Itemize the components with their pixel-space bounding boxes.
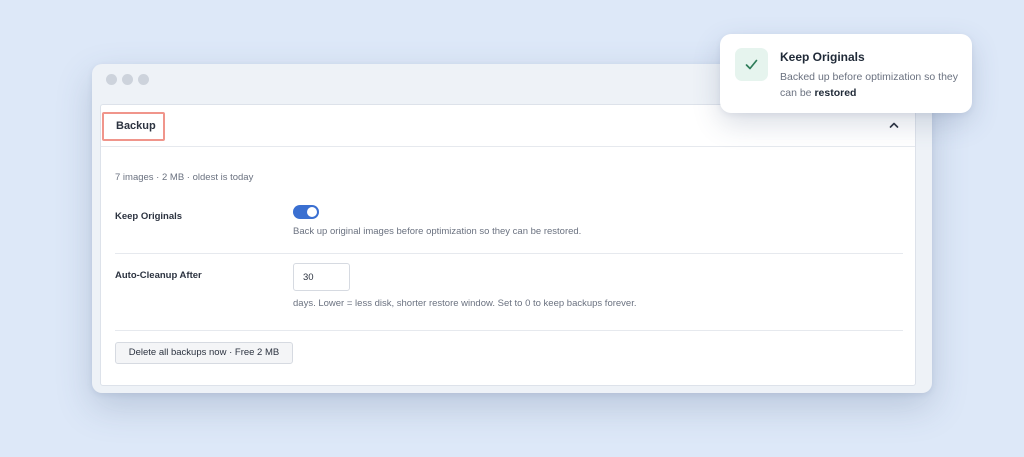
window-control-dot[interactable] xyxy=(106,74,117,85)
keep-originals-toggle[interactable] xyxy=(293,205,319,219)
check-icon xyxy=(735,48,768,81)
toast-title: Keep Originals xyxy=(780,50,865,64)
divider xyxy=(115,253,903,254)
keep-originals-label: Keep Originals xyxy=(115,211,183,222)
keep-originals-help: Back up original images before optimizat… xyxy=(293,226,582,237)
browser-window: Backup 7 images · 2 MB · oldest is today… xyxy=(92,64,932,393)
auto-cleanup-days-input[interactable] xyxy=(293,263,350,291)
chevron-up-icon[interactable] xyxy=(889,121,899,129)
divider xyxy=(115,330,903,331)
window-control-dot[interactable] xyxy=(138,74,149,85)
toggle-knob xyxy=(307,207,317,217)
auto-cleanup-label: Auto-Cleanup After xyxy=(115,270,202,281)
toast-body-emphasis: restored xyxy=(814,87,857,99)
window-control-dot[interactable] xyxy=(122,74,133,85)
backup-summary: 7 images · 2 MB · oldest is today xyxy=(115,172,254,183)
delete-all-backups-button[interactable]: Delete all backups now · Free 2 MB xyxy=(115,342,293,364)
toast-body: Backed up before optimization so they ca… xyxy=(780,69,960,101)
check-mark-glyph xyxy=(745,59,758,70)
panel-title: Backup xyxy=(102,112,165,141)
backup-panel: Backup 7 images · 2 MB · oldest is today… xyxy=(100,104,916,386)
toast-body-text: Backed up before optimization so they ca… xyxy=(780,71,959,99)
auto-cleanup-help: days. Lower = less disk, shorter restore… xyxy=(293,298,637,309)
toast-notification: Keep Originals Backed up before optimiza… xyxy=(720,34,972,113)
